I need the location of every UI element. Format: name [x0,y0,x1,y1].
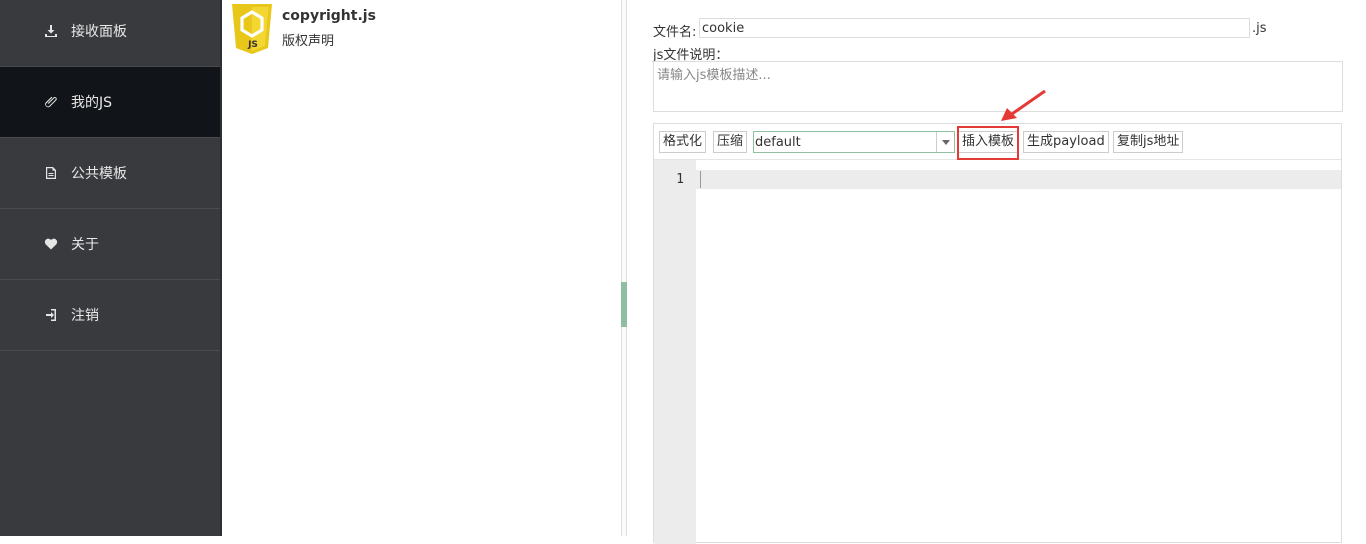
editor-pane: 文件名: .js js文件说明： 格式化 压缩 default 插入模板 生成p… [627,0,1366,544]
compress-button[interactable]: 压缩 [713,131,748,153]
js-badge: JS [247,40,258,50]
format-button[interactable]: 格式化 [659,131,707,153]
sidebar-item-logout[interactable]: 注销 [0,280,220,351]
generate-payload-button[interactable]: 生成payload [1023,131,1109,153]
heart-icon [44,237,58,251]
logout-icon [44,308,58,322]
document-icon [44,166,58,180]
theme-select[interactable]: default [753,131,955,153]
insert-template-button[interactable]: 插入模板 [958,131,1019,153]
sidebar-item-label: 我的JS [71,95,113,111]
description-textarea[interactable] [653,61,1343,112]
sidebar-item-label: 接收面板 [71,24,127,40]
file-description: 版权声明 [282,34,335,49]
js-file-icon: JS [232,4,272,54]
line-number-gutter: 1 [654,160,696,544]
filename-input[interactable] [699,18,1250,38]
chevron-down-icon[interactable] [936,132,954,152]
sidebar-item-my-js[interactable]: 我的JS [0,67,220,138]
editor-toolbar: 格式化 压缩 default 插入模板 生成payload 复制js地址 [654,124,1341,160]
sidebar-item-receive-panel[interactable]: 接收面板 [0,0,220,67]
sidebar: 接收面板 我的JS 公共模板 关于 注销 [0,0,220,536]
theme-select-value: default [755,134,801,150]
filename-suffix: .js [1252,21,1267,36]
download-icon [44,24,58,38]
sidebar-item-public-templates[interactable]: 公共模板 [0,138,220,209]
file-list: JS copyright.js 版权声明 [220,0,624,536]
line-number: 1 [676,172,684,187]
sidebar-item-label: 关于 [71,237,99,253]
file-name: copyright.js [282,8,376,24]
active-line[interactable] [696,170,1341,189]
code-editor: 格式化 压缩 default 插入模板 生成payload 复制js地址 1 [653,123,1342,544]
sidebar-item-label: 公共模板 [71,166,127,182]
sidebar-item-about[interactable]: 关于 [0,209,220,280]
text-cursor [700,171,701,188]
sidebar-item-label: 注销 [71,308,99,324]
filename-label: 文件名: [653,25,697,40]
list-item[interactable]: JS copyright.js 版权声明 [230,4,376,54]
paperclip-icon [44,95,58,109]
copy-js-url-button[interactable]: 复制js地址 [1113,131,1184,153]
